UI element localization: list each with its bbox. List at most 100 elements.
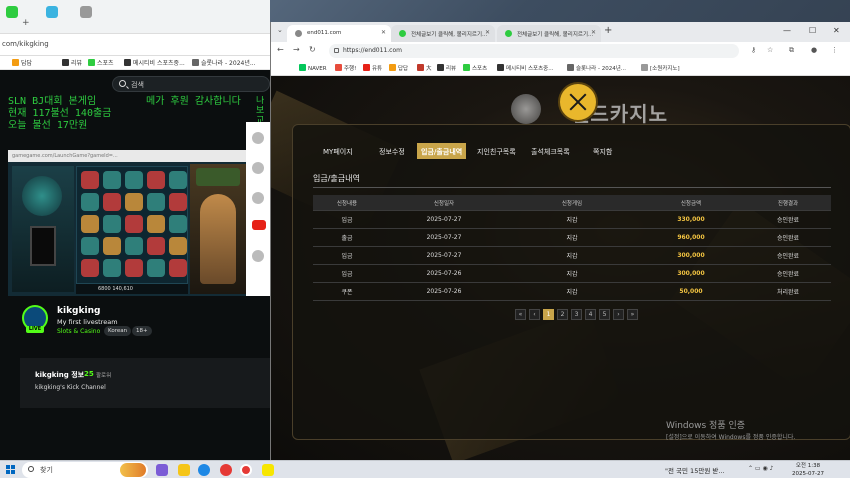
bookmark-item[interactable]: 유튜 [363, 64, 382, 72]
key-icon[interactable]: ⚷ [751, 46, 756, 54]
page-button[interactable]: 2 [557, 309, 568, 320]
bookmark-item[interactable]: 주행! [335, 64, 356, 72]
menu-item-attendance[interactable]: 출석체크목록 [527, 143, 574, 159]
user-avatar-icon[interactable] [252, 250, 264, 262]
table-cell: 승인완료 [776, 271, 800, 278]
slot-door-icon [30, 226, 56, 266]
windows-start-icon[interactable] [6, 465, 16, 475]
bookmark-icon [389, 64, 396, 71]
browser-tab[interactable]: end011.com ✕ [287, 25, 391, 42]
slot-reels [76, 166, 188, 284]
reload-icon[interactable]: ↻ [309, 45, 316, 54]
tab-close-icon[interactable]: ✕ [381, 29, 386, 36]
file-explorer-icon[interactable] [178, 464, 190, 476]
tab-favicon-icon[interactable] [46, 6, 58, 18]
user-avatar-icon[interactable] [252, 132, 264, 144]
menu-item-friends[interactable]: 지인친구목록 [473, 143, 520, 159]
back-icon[interactable]: ← [277, 45, 284, 54]
url-input[interactable]: https://end011.com [329, 44, 739, 58]
page-last-button[interactable]: » [627, 309, 638, 320]
table-header: 신청일자 [433, 200, 455, 207]
bookmark-item[interactable]: 스포츠 [88, 58, 114, 67]
bookmark-item[interactable]: 슬롯나라 - 2024년... [567, 64, 626, 72]
site-info-icon[interactable] [334, 48, 339, 53]
bookmark-icon [299, 64, 306, 71]
bookmark-item[interactable]: NAVER [299, 64, 327, 72]
table-cell: 300,000 [677, 270, 705, 277]
bookmark-star-icon[interactable]: ☆ [767, 46, 773, 54]
page-next-button[interactable]: › [613, 309, 624, 320]
channel-name[interactable]: kikgking [57, 306, 100, 316]
page-prev-button[interactable]: ‹ [529, 309, 540, 320]
tab-favicon-icon[interactable] [6, 6, 18, 18]
copilot-icon[interactable] [156, 464, 168, 476]
system-tray-icons[interactable]: ⌃ ▭ ◉ ♪ [748, 465, 773, 472]
weather-widget-icon[interactable] [120, 463, 146, 477]
browser-tab[interactable]: 전체글보기 클릭해, 볼리지르기... ✕ [391, 25, 495, 42]
tab-label: end011.com [307, 30, 342, 36]
page-button[interactable]: 5 [599, 309, 610, 320]
minimize-icon[interactable]: — [783, 26, 791, 35]
page-first-button[interactable]: « [515, 309, 526, 320]
maximize-icon[interactable]: ☐ [809, 26, 816, 35]
user-avatar-icon[interactable] [252, 162, 264, 174]
bookmark-item[interactable]: [소원카지노] [641, 64, 680, 72]
bookmark-icon [497, 64, 504, 71]
bookmark-item[interactable]: 슬롯나라 - 2024년... [192, 58, 256, 67]
tab-close-icon[interactable]: ✕ [591, 29, 596, 36]
tab-favicon-icon[interactable] [80, 6, 92, 18]
kick-search-input[interactable]: 검색 [112, 76, 270, 92]
left-address-bar[interactable]: com/kikgking [0, 34, 270, 56]
helmet-icon [169, 237, 187, 255]
page-button[interactable]: 1 [543, 309, 554, 320]
youtube-icon[interactable] [252, 220, 266, 230]
bookmark-item[interactable]: 메시티비 스포츠중... [124, 58, 185, 67]
menu-item-deposit-history[interactable]: 입금/출금내역 [417, 143, 467, 159]
stream-video[interactable]: gamegame.com/LaunchGame?gameId=... 6800 … [8, 150, 246, 296]
modal-close-icon[interactable] [558, 82, 598, 122]
menu-item-messages[interactable]: 쪽지함 [589, 143, 616, 159]
game-logo-icon [196, 168, 240, 186]
menu-item-mypage[interactable]: MY페이지 [319, 143, 357, 159]
chrome-profile-icon[interactable] [240, 464, 252, 476]
new-tab-icon[interactable]: + [22, 18, 30, 28]
taskbar-clock[interactable]: 오전 1:38 2025-07-27 [792, 462, 824, 478]
browser-tab[interactable]: 전체글보기 클릭해, 볼리지르기... ✕ [497, 25, 601, 42]
page-button[interactable]: 4 [585, 309, 596, 320]
bookmark-item[interactable]: 답답 [12, 58, 32, 67]
menu-item-edit-info[interactable]: 정보수정 [375, 143, 409, 159]
user-avatar-icon[interactable] [252, 192, 264, 204]
table-cell: 쿠폰 [341, 289, 353, 296]
bookmark-item[interactable]: 리뷰 [62, 58, 82, 67]
new-tab-icon[interactable]: + [604, 25, 612, 36]
bookmark-icon [335, 64, 342, 71]
extensions-icon[interactable]: ⧉ [789, 46, 794, 55]
news-notification[interactable]: "전 국민 15만원 받... [665, 465, 725, 475]
table-header: 신청내용 [336, 200, 358, 207]
menu-icon[interactable]: ⋮ [831, 46, 838, 54]
page-button[interactable]: 3 [571, 309, 582, 320]
stream-category[interactable]: Slots & Casino [57, 328, 100, 335]
edge-icon[interactable] [198, 464, 210, 476]
warrior-character-icon [200, 194, 236, 284]
profile-icon[interactable]: ● [811, 46, 817, 54]
tab-label: 전체글보기 클릭해, 볼리지르기... [411, 32, 488, 38]
bookmark-item[interactable]: 리뷰 [437, 64, 456, 72]
tab-search-icon[interactable]: ⌄ [277, 26, 283, 34]
table-row: 출금 2025-07-27 지갑 960,000 승인완료 [313, 229, 831, 247]
bookmark-icon [192, 59, 199, 66]
bookmark-item[interactable]: 스포츠 [463, 64, 487, 72]
chrome-icon[interactable] [220, 464, 232, 476]
forward-icon[interactable]: → [293, 45, 300, 54]
kakaotalk-icon[interactable] [262, 464, 274, 476]
close-icon[interactable]: ✕ [833, 26, 840, 35]
bookmark-item[interactable]: 大 [417, 64, 432, 72]
stream-tag[interactable]: 18+ [132, 326, 152, 336]
table-header: 신청게임 [561, 200, 583, 207]
bookmark-item[interactable]: 답답 [389, 64, 408, 72]
bookmark-item[interactable]: 메시티비 스포츠중... [497, 64, 553, 72]
teal-gem-icon [125, 171, 143, 189]
tab-close-icon[interactable]: ✕ [485, 29, 490, 36]
stream-tag[interactable]: Korean [104, 326, 132, 336]
site-logo[interactable]: 엔드카지노 [511, 86, 691, 126]
